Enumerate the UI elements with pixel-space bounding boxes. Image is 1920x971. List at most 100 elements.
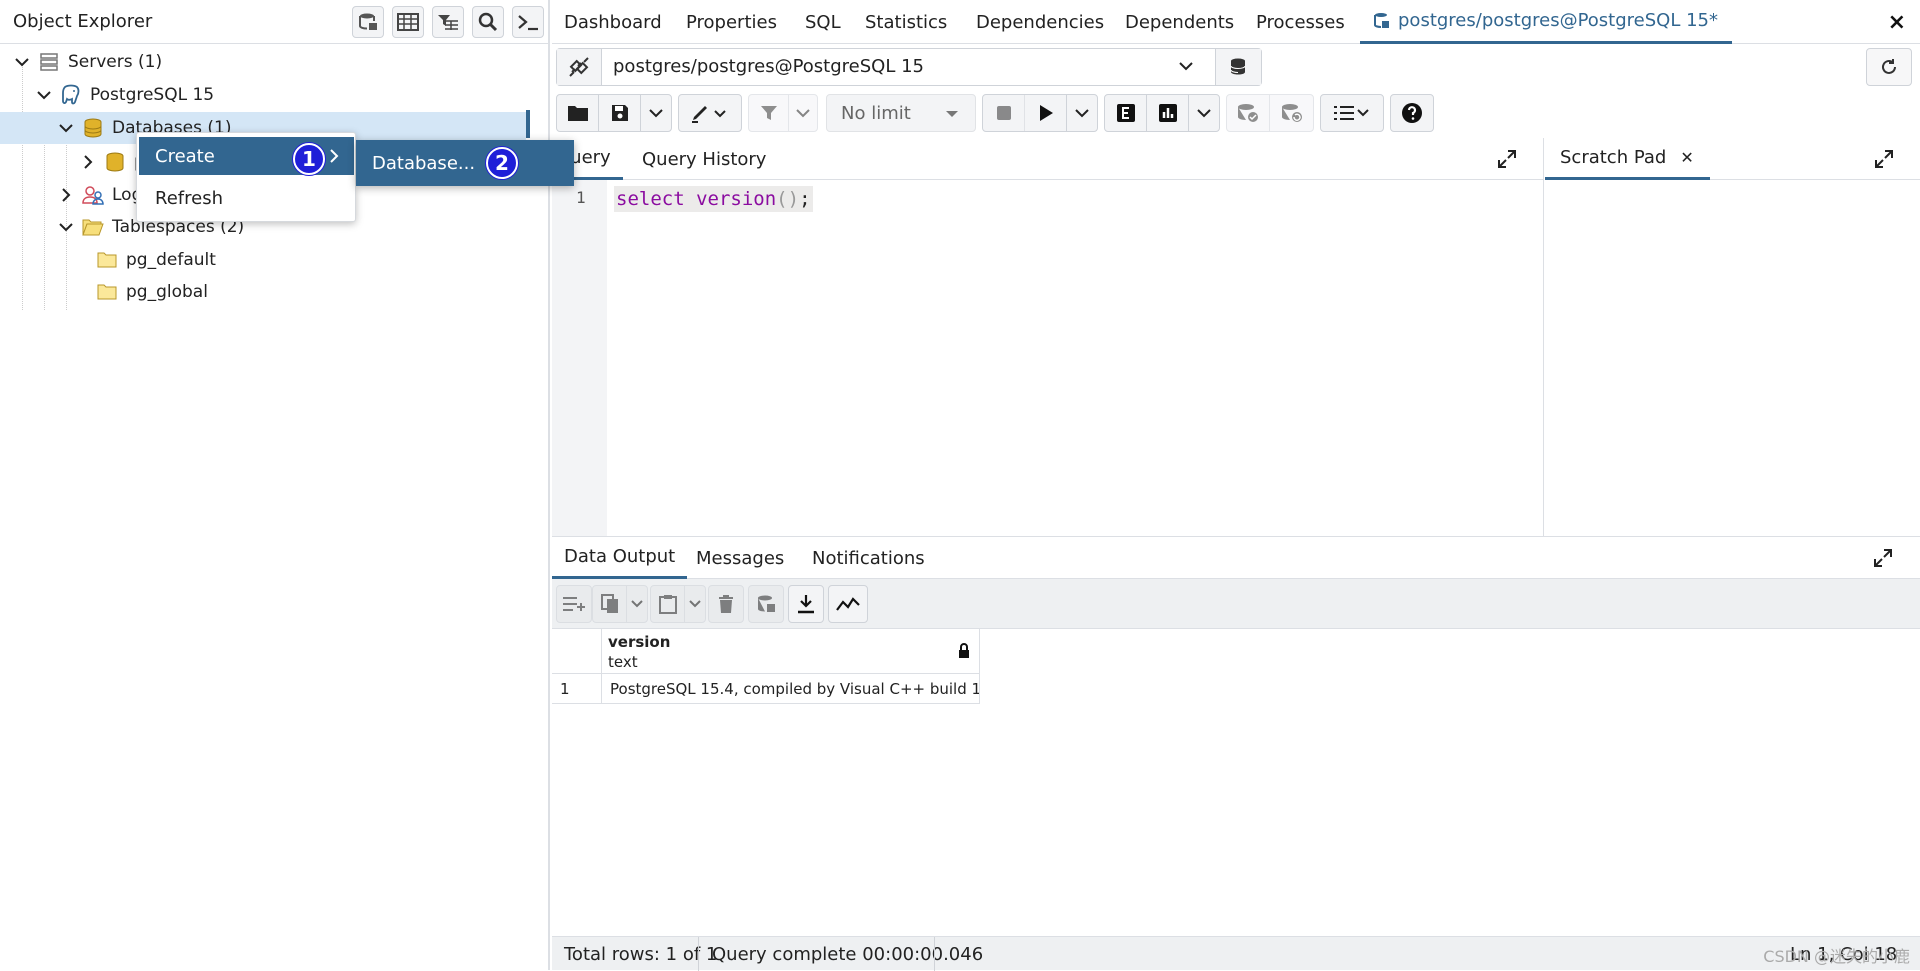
tab-processes[interactable]: Processes (1256, 0, 1345, 44)
query-tool-button[interactable] (352, 6, 384, 38)
download-csv-button[interactable] (788, 585, 824, 623)
execute-toolbar-group (982, 94, 1098, 132)
execute-query-button[interactable] (1025, 95, 1067, 131)
context-menu-refresh[interactable]: Refresh (139, 179, 354, 217)
tab-dashboard[interactable]: Dashboard (564, 0, 662, 44)
view-data-button[interactable] (392, 6, 424, 38)
connection-status-button[interactable] (557, 49, 602, 85)
commit-icon (1238, 104, 1258, 122)
column-name: version (608, 633, 671, 651)
chevron-down-icon[interactable] (56, 222, 76, 232)
explain-button[interactable] (1105, 95, 1147, 131)
tree-item-server[interactable]: PostgreSQL 15 (34, 79, 542, 111)
filter-toolbar-group (748, 94, 818, 132)
chevron-down-icon[interactable] (1177, 57, 1195, 75)
cell-version[interactable]: PostgreSQL 15.4, compiled by Visual C++ … (602, 674, 980, 704)
add-row-button[interactable] (556, 585, 592, 623)
stop-query-button[interactable] (983, 95, 1025, 131)
explain-toolbar-group (1104, 94, 1220, 132)
tree-item-pg-global[interactable]: pg_global (96, 276, 396, 308)
column-type: text (608, 653, 638, 671)
rollback-button[interactable] (1270, 95, 1313, 131)
filtered-rows-button[interactable] (432, 6, 464, 38)
filtered-rows-icon (438, 15, 458, 30)
chevron-down-icon (796, 109, 810, 118)
commit-button[interactable] (1227, 95, 1271, 131)
context-menu-create-label: Create (155, 145, 215, 167)
connection-selector[interactable]: postgres/postgres@PostgreSQL 15 (556, 48, 1262, 86)
tab-properties[interactable]: Properties (686, 0, 777, 44)
stop-icon (996, 106, 1011, 120)
tab-sql[interactable]: SQL (805, 0, 841, 44)
tab-dependents[interactable]: Dependents (1125, 0, 1234, 44)
filter-button[interactable] (749, 95, 789, 131)
sql-code-line[interactable]: select version(); (614, 186, 813, 212)
explain-options-dropdown[interactable] (1189, 95, 1219, 131)
tab-query-tool[interactable]: postgres/postgres@PostgreSQL 15* (1360, 0, 1732, 44)
transaction-toolbar-group (1226, 94, 1314, 132)
object-explorer-title: Object Explorer (13, 11, 153, 32)
tab-query-history[interactable]: Query History (642, 138, 766, 180)
main-tab-bar: Dashboard Properties SQL Statistics Depe… (552, 0, 1920, 44)
row-limit-select[interactable]: No limit (826, 94, 976, 132)
new-connection-button[interactable] (1215, 49, 1261, 85)
save-options-dropdown[interactable] (641, 95, 671, 131)
row-number[interactable]: 1 (552, 674, 602, 704)
psql-tool-button[interactable] (512, 6, 544, 38)
connection-label: postgres/postgres@PostgreSQL 15 (613, 56, 924, 77)
scratch-pad-label: Scratch Pad (1560, 147, 1667, 168)
folder-icon (96, 249, 118, 271)
results-tab-bar: Data Output Messages Notifications (552, 537, 1920, 579)
close-scratch-pad-icon[interactable]: ✕ (1680, 148, 1693, 167)
save-file-button[interactable] (599, 95, 641, 131)
reset-layout-button[interactable] (1866, 48, 1912, 86)
tree-item-servers[interactable]: Servers (1) (12, 46, 542, 78)
tab-data-output[interactable]: Data Output (552, 537, 688, 579)
expand-icon[interactable] (1874, 549, 1892, 567)
paste-button[interactable] (651, 586, 685, 622)
line-chart-icon (836, 597, 860, 611)
close-tab-button[interactable]: × (1888, 10, 1906, 35)
help-button[interactable] (1391, 95, 1433, 131)
expand-icon[interactable] (1875, 150, 1893, 168)
results-panel: Data Output Messages Notifications versi… (552, 536, 1920, 936)
execute-options-dropdown[interactable] (1067, 95, 1097, 131)
chevron-down-icon[interactable] (34, 90, 54, 100)
tab-dependencies[interactable]: Dependencies (976, 0, 1104, 44)
login-roles-icon (82, 184, 104, 206)
paste-options-dropdown[interactable] (685, 586, 705, 622)
status-total-rows: Total rows: 1 of 1 (564, 943, 718, 965)
tab-messages[interactable]: Messages (696, 537, 784, 579)
copy-icon (600, 594, 618, 613)
macros-menu-button[interactable] (1321, 95, 1383, 131)
edit-menu-button[interactable] (679, 95, 741, 131)
submenu-create-database[interactable]: Database... (356, 140, 574, 186)
search-objects-button[interactable] (472, 6, 504, 38)
tab-scratch-pad[interactable]: Scratch Pad ✕ (1545, 138, 1710, 180)
trash-icon (719, 595, 733, 613)
graph-visualiser-button[interactable] (828, 585, 868, 623)
tree-label-pg-default: pg_default (126, 250, 216, 270)
chevron-down-icon[interactable] (12, 57, 32, 67)
expand-icon[interactable] (1498, 150, 1516, 168)
edit-toolbar-group (678, 94, 742, 132)
delete-row-button[interactable] (708, 585, 744, 623)
copy-options-dropdown[interactable] (627, 586, 647, 622)
explain-analyze-button[interactable] (1147, 95, 1189, 131)
tab-statistics[interactable]: Statistics (865, 0, 947, 44)
rollback-icon (1281, 104, 1302, 122)
filter-dropdown[interactable] (789, 95, 817, 131)
column-header-version[interactable]: version text (602, 629, 980, 674)
open-file-button[interactable] (557, 95, 599, 131)
chevron-right-icon[interactable] (56, 188, 76, 202)
tree-label-pg-global: pg_global (126, 282, 208, 302)
play-icon (1039, 105, 1053, 121)
copy-button[interactable] (593, 586, 627, 622)
chevron-down-icon[interactable] (56, 123, 76, 133)
save-data-button[interactable] (748, 585, 784, 623)
step-badge-1: 1 (293, 143, 325, 175)
postgresql-elephant-icon (60, 84, 82, 106)
tab-notifications[interactable]: Notifications (812, 537, 925, 579)
chevron-right-icon[interactable] (78, 155, 98, 169)
tree-item-pg-default[interactable]: pg_default (96, 244, 396, 276)
